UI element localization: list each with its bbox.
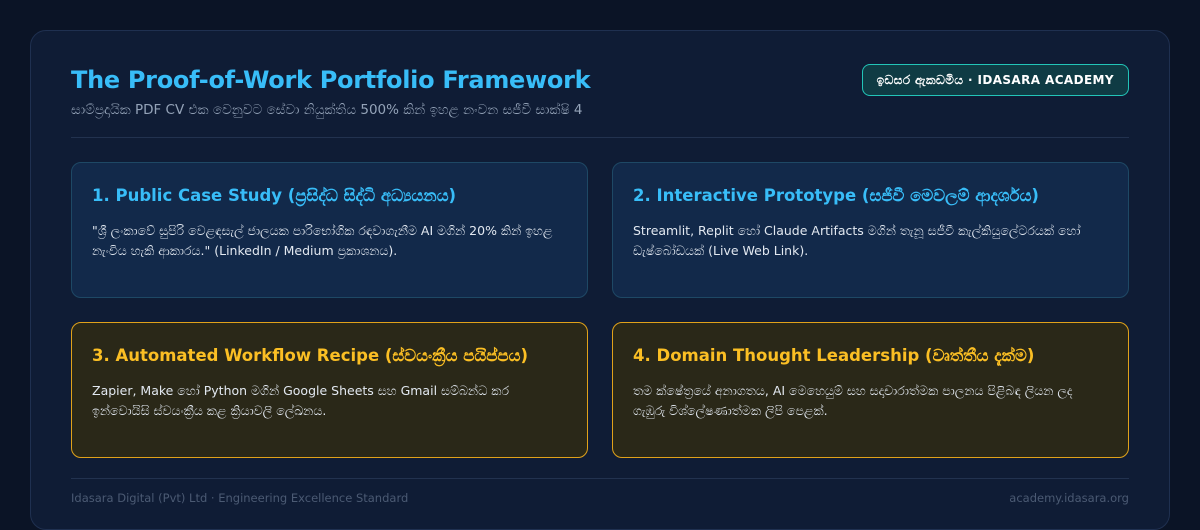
card-title: 4. Domain Thought Leadership (වෘත්තීය දැ… xyxy=(633,346,1035,365)
page-subtitle: සාම්ප්‍රදායික PDF CV එක වෙනුවට සේවා නියු… xyxy=(71,102,583,118)
academy-badge: ඉඩසර ඇකඩමිය · IDASARA ACADEMY xyxy=(861,64,1129,96)
card-description: තම ක්ෂේත්‍රයේ අනාගතය, AI මෙහෙයුම් සහ සදා… xyxy=(633,383,1073,418)
card-public-case-study: 1. Public Case Study (ප්‍රසිද්ධ සිද්ධි අ… xyxy=(71,162,588,298)
card-description: Streamlit, Replit හෝ Claude Artifacts මග… xyxy=(633,223,1081,258)
card-domain-thought-leadership: 4. Domain Thought Leadership (වෘත්තීය දැ… xyxy=(612,322,1129,458)
framework-panel: The Proof-of-Work Portfolio Framework සා… xyxy=(30,30,1170,530)
card-description: "ශ්‍රී ලංකාවේ සුපිරි වෙළඳසැල් ජාලයක පාරි… xyxy=(92,223,553,258)
card-title: 2. Interactive Prototype (සජීවී මෙවලම් ආ… xyxy=(633,186,1039,205)
card-title: 1. Public Case Study (ප්‍රසිද්ධ සිද්ධි අ… xyxy=(92,186,457,205)
card-title: 3. Automated Workflow Recipe (ස්වයංක්‍රී… xyxy=(92,346,528,365)
card-automated-workflow-recipe: 3. Automated Workflow Recipe (ස්වයංක්‍රී… xyxy=(71,322,588,458)
header-divider xyxy=(71,137,1129,138)
card-interactive-prototype: 2. Interactive Prototype (සජීවී මෙවලම් ආ… xyxy=(612,162,1129,298)
card-description: Zapier, Make හෝ Python මගින් Google Shee… xyxy=(92,383,510,418)
footer-website: academy.idasara.org xyxy=(1009,491,1129,505)
footer-company: Idasara Digital (Pvt) Ltd · Engineering … xyxy=(71,491,409,505)
footer-divider xyxy=(71,478,1129,479)
